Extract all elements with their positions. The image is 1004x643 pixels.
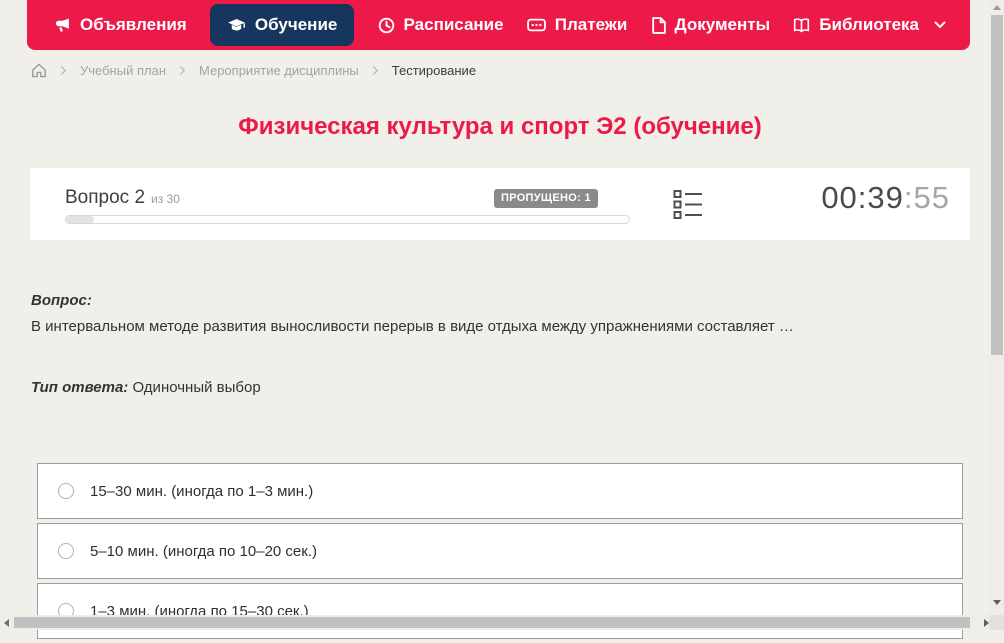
answer-option-1[interactable]: 15–30 мин. (иногда по 1–3 мин.) — [37, 463, 963, 519]
chevron-right-icon — [372, 65, 379, 76]
question-total-label: из 30 — [151, 192, 180, 206]
horizontal-scrollbar-thumb[interactable] — [14, 617, 970, 628]
question-number-label: Вопрос 2 — [65, 187, 146, 208]
timer: 00:39:55 — [821, 180, 950, 216]
graduation-cap-icon — [227, 18, 246, 33]
nav-item-library[interactable]: Библиотека — [793, 15, 946, 35]
chevron-right-icon — [60, 65, 67, 76]
answer-option-label: 5–10 мин. (иногда по 10–20 сек.) — [90, 542, 317, 560]
answer-type-value: Одиночный выбор — [132, 379, 261, 396]
vertical-scrollbar-thumb[interactable] — [991, 15, 1003, 355]
nav-item-label: Библиотека — [819, 15, 919, 34]
chevron-down-icon — [934, 21, 946, 29]
breadcrumb-link-discipline-event[interactable]: Мероприятие дисциплины — [199, 63, 359, 78]
answer-type: Тип ответа: Одиночный выбор — [31, 379, 261, 396]
nav-item-label: Платежи — [554, 15, 628, 34]
nav-item-education[interactable]: Обучение — [209, 4, 355, 46]
scroll-down-arrow-icon[interactable] — [993, 600, 1001, 605]
breadcrumb: Учебный план Мероприятие дисциплины Тест… — [31, 63, 476, 78]
horizontal-scrollbar[interactable] — [0, 615, 993, 630]
scroll-left-arrow-icon[interactable] — [4, 619, 9, 627]
nav-item-label: Обучение — [254, 15, 338, 34]
nav-item-label: Расписание — [403, 15, 504, 34]
question-label: Вопрос: — [31, 292, 92, 309]
question-list-icon[interactable] — [673, 189, 703, 220]
breadcrumb-link-study-plan[interactable]: Учебный план — [80, 63, 166, 78]
radio-button[interactable] — [58, 483, 74, 499]
page-title: Физическая культура и спорт Э2 (обучение… — [238, 113, 762, 140]
breadcrumb-current-testing: Тестирование — [391, 63, 477, 78]
nav-item-schedule[interactable]: Расписание — [378, 15, 504, 35]
home-icon[interactable] — [31, 63, 47, 78]
answer-option-3[interactable]: 1–3 мин. (иногда по 15–30 сек.) — [37, 583, 963, 639]
document-icon — [651, 16, 666, 34]
clock-icon — [378, 17, 395, 34]
nav-item-label: Документы — [674, 15, 771, 34]
timer-hours-minutes: 00:39 — [821, 180, 904, 215]
progress-bar — [65, 215, 630, 224]
nav-item-label: Объявления — [80, 15, 187, 34]
nav-item-documents[interactable]: Документы — [651, 15, 771, 35]
answer-option-label: 15–30 мин. (иногда по 1–3 мин.) — [90, 482, 314, 500]
progress-fill — [66, 216, 95, 223]
chevron-right-icon — [179, 65, 186, 76]
scroll-up-arrow-icon[interactable] — [993, 5, 1001, 10]
scrollbar-corner — [989, 615, 1004, 630]
question-text: В интервальном методе развития выносливо… — [31, 318, 794, 335]
banknote-icon — [526, 18, 546, 32]
timer-seconds: :55 — [903, 180, 950, 215]
book-icon — [793, 17, 810, 33]
vertical-scrollbar[interactable] — [989, 0, 1004, 615]
radio-button[interactable] — [58, 543, 74, 559]
skipped-badge: ПРОПУЩЕНО: 1 — [494, 189, 598, 208]
megaphone-icon — [54, 17, 71, 34]
answer-type-label: Тип ответа: — [31, 379, 129, 396]
question-number: Вопрос 2 из 30 — [65, 187, 180, 209]
question-header-card: Вопрос 2 из 30 ПРОПУЩЕНО: 1 00:39:55 — [30, 168, 970, 240]
nav-item-announcements[interactable]: Объявления — [54, 15, 187, 35]
answer-option-2[interactable]: 5–10 мин. (иногда по 10–20 сек.) — [37, 523, 963, 579]
nav-item-payments[interactable]: Платежи — [526, 15, 628, 35]
top-navbar: Объявления Обучение Расписание Платежи Д… — [27, 0, 970, 50]
